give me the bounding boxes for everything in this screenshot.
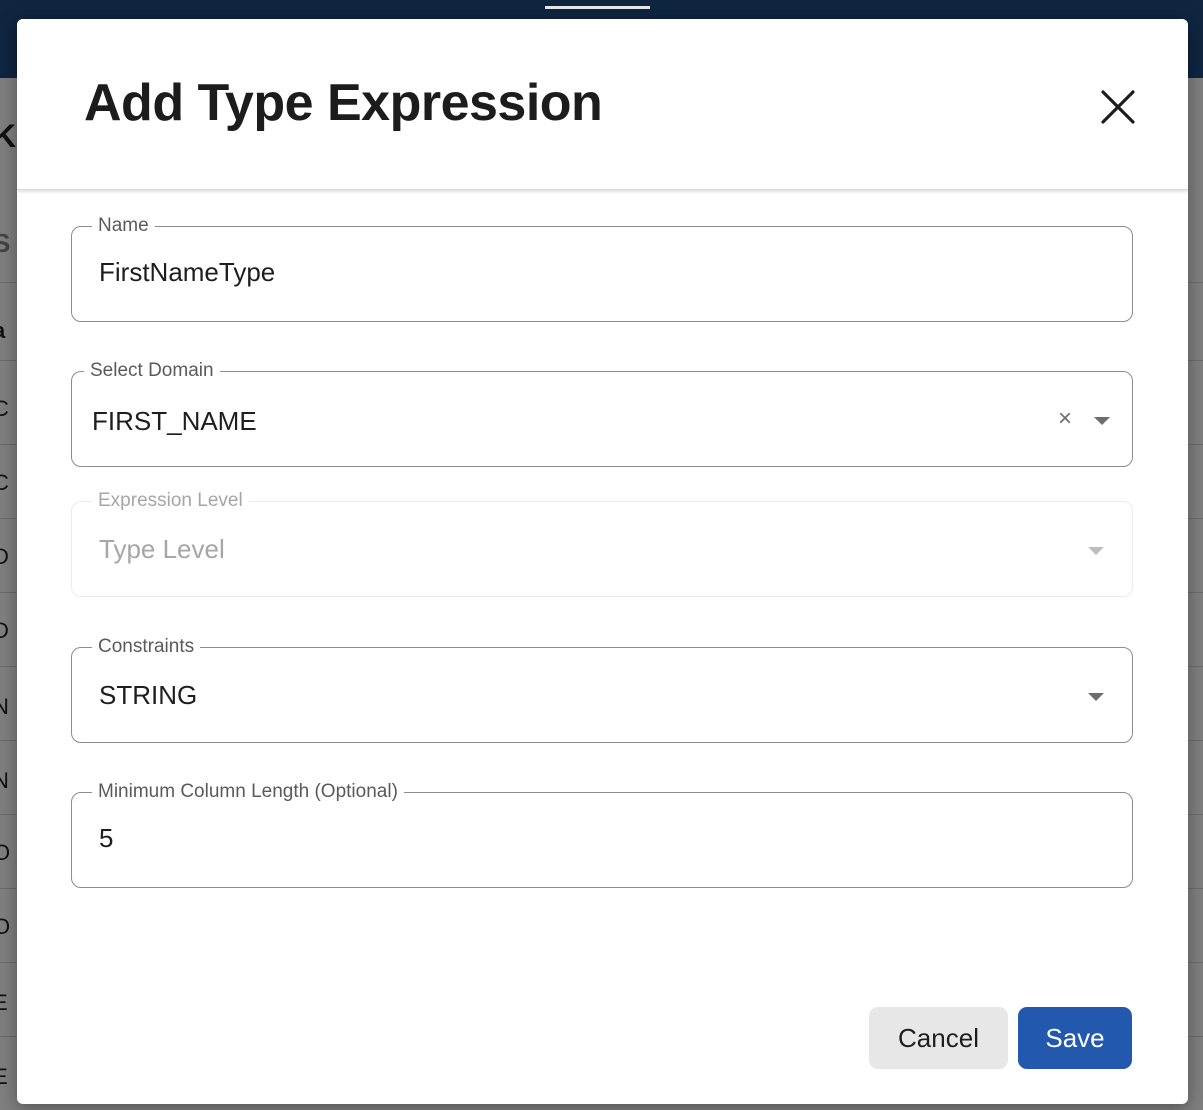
background-row-divider <box>1188 592 1203 593</box>
min-column-length-label: Minimum Column Length (Optional) <box>92 781 404 803</box>
expression-level-label: Expression Level <box>92 490 249 512</box>
background-right-strip <box>1188 78 1203 1110</box>
name-field-value[interactable]: FirstNameType <box>99 257 275 287</box>
background-row-divider <box>0 888 16 889</box>
background-row-divider <box>0 592 16 593</box>
background-text-fragment: E <box>0 1066 8 1088</box>
background-text-fragment: C <box>0 398 9 420</box>
add-type-expression-dialog: Add Type Expression Name FirstNameType S… <box>17 19 1188 1104</box>
background-row-divider <box>0 518 16 519</box>
chevron-down-icon[interactable] <box>1088 693 1104 701</box>
dialog-header: Add Type Expression <box>17 19 1188 190</box>
background-row-divider <box>1188 814 1203 815</box>
domain-select[interactable]: Select Domain FIRST_NAME × <box>71 360 1133 467</box>
background-row-divider <box>0 282 16 283</box>
name-field[interactable]: Name FirstNameType <box>71 215 1133 322</box>
background-text-fragment: a <box>0 320 16 342</box>
background-row-divider <box>0 962 16 963</box>
min-column-length-field[interactable]: Minimum Column Length (Optional) 5 <box>71 781 1133 888</box>
chevron-down-icon <box>1088 547 1104 555</box>
background-row-divider <box>0 1036 16 1037</box>
close-icon <box>1101 90 1135 124</box>
constraints-value: STRING <box>99 680 198 710</box>
clear-selection-icon[interactable]: × <box>1058 407 1072 431</box>
dialog-title: Add Type Expression <box>84 74 603 132</box>
domain-select-label: Select Domain <box>84 360 220 382</box>
top-bar-tab-indicator <box>545 6 650 9</box>
background-text-fragment: O <box>0 842 11 864</box>
background-row-divider <box>1188 962 1203 963</box>
close-button[interactable] <box>1095 84 1141 130</box>
background-row-divider <box>1188 666 1203 667</box>
constraints-label: Constraints <box>92 636 201 658</box>
name-field-label: Name <box>92 215 155 237</box>
cancel-button[interactable]: Cancel <box>869 1007 1008 1069</box>
background-text-fragment: K <box>0 120 16 152</box>
constraints-select[interactable]: Constraints STRING <box>71 636 1133 743</box>
background-row-divider <box>0 666 16 667</box>
background-text-fragment: E <box>0 992 8 1014</box>
background-text-fragment: D <box>0 546 9 568</box>
background-row-divider <box>1188 740 1203 741</box>
save-button[interactable]: Save <box>1018 1007 1132 1069</box>
background-text-fragment: S <box>0 230 11 256</box>
background-text-fragment: N <box>0 770 9 792</box>
background-row-divider <box>1188 888 1203 889</box>
background-text-fragment: C <box>0 472 9 494</box>
expression-level-value: Type Level <box>99 534 225 564</box>
background-text-fragment: D <box>0 620 9 642</box>
background-row-divider <box>0 360 16 361</box>
chevron-down-icon[interactable] <box>1094 417 1110 425</box>
background-row-divider <box>0 444 16 445</box>
background-text-fragment: O <box>0 916 11 938</box>
expression-level-select: Expression Level Type Level <box>71 490 1133 597</box>
background-row-divider <box>0 814 16 815</box>
background-row-divider <box>1188 282 1203 283</box>
background-row-divider <box>0 740 16 741</box>
background-row-divider <box>1188 444 1203 445</box>
background-text-fragment: N <box>0 696 9 718</box>
background-row-divider <box>1188 360 1203 361</box>
min-column-length-value[interactable]: 5 <box>99 823 113 853</box>
domain-select-value: FIRST_NAME <box>92 406 257 436</box>
background-row-divider <box>1188 1036 1203 1037</box>
background-row-divider <box>1188 518 1203 519</box>
